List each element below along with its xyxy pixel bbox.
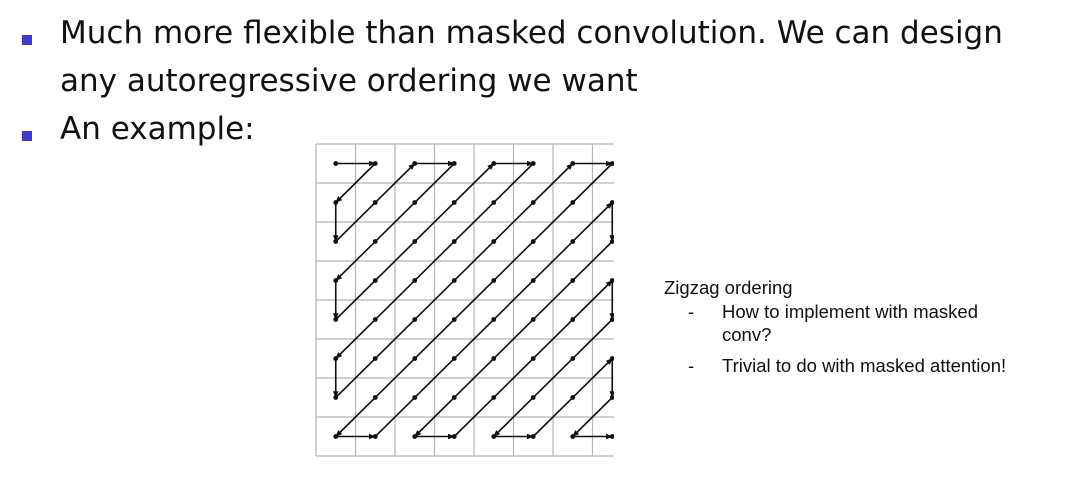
pixel-dot xyxy=(372,278,378,283)
pixel-dot xyxy=(372,161,378,166)
pixel-dot xyxy=(570,395,576,400)
pixel-dot xyxy=(451,434,457,439)
pixel-dot xyxy=(333,278,339,283)
bullet-text-line: An example: xyxy=(60,111,255,147)
pixel-dot xyxy=(333,200,339,205)
pixel-dot xyxy=(451,356,457,361)
bullet-marker xyxy=(22,35,32,45)
pixel-dot xyxy=(412,239,418,244)
pixel-dot xyxy=(570,278,576,283)
pixel-dot xyxy=(412,434,418,439)
pixel-dot xyxy=(451,239,457,244)
pixel-dot xyxy=(412,395,418,400)
pixel-dot xyxy=(491,317,497,322)
bullet-text-line: any autoregressive ordering we want xyxy=(60,63,638,99)
pixel-dot xyxy=(570,239,576,244)
zigzag-ordering-figure xyxy=(315,143,614,457)
pixel-dot xyxy=(491,356,497,361)
pixel-dot xyxy=(530,434,536,439)
pixel-dot xyxy=(530,278,536,283)
pixel-dot xyxy=(609,434,614,439)
pixel-dot xyxy=(412,161,418,166)
pixel-dot xyxy=(333,395,339,400)
pixel-dot xyxy=(491,200,497,205)
pixel-dot xyxy=(412,278,418,283)
pixel-dot xyxy=(530,161,536,166)
pixel-dot xyxy=(451,278,457,283)
bullet-text-line: Much more flexible than masked convoluti… xyxy=(60,15,1003,51)
pixel-dot xyxy=(372,395,378,400)
pixel-dot xyxy=(570,200,576,205)
caption-title: Zigzag ordering xyxy=(664,277,793,298)
pixel-dot xyxy=(333,161,339,166)
pixel-dot xyxy=(412,317,418,322)
pixel-dot xyxy=(570,161,576,166)
pixel-dot xyxy=(333,239,339,244)
pixel-dot xyxy=(451,395,457,400)
pixel-dot xyxy=(570,356,576,361)
pixel-dot xyxy=(451,317,457,322)
caption-item-line: Trivial to do with masked attention! xyxy=(722,355,1007,376)
pixel-dot xyxy=(333,434,339,439)
pixel-dot xyxy=(412,356,418,361)
pixel-dot xyxy=(570,434,576,439)
pixel-dot xyxy=(412,200,418,205)
pixel-dot xyxy=(333,317,339,322)
caption-item-line: How to implement with masked xyxy=(722,301,979,322)
pixel-dot xyxy=(530,200,536,205)
pixel-dot xyxy=(451,200,457,205)
caption-dash: - xyxy=(688,355,695,376)
pixel-dot xyxy=(491,239,497,244)
pixel-dot xyxy=(372,434,378,439)
pixel-dot xyxy=(372,356,378,361)
pixel-dot xyxy=(372,317,378,322)
pixel-dot xyxy=(491,434,497,439)
pixel-dot xyxy=(530,317,536,322)
pixel-dot xyxy=(570,317,576,322)
caption-item-line: conv? xyxy=(722,324,772,345)
pixel-dot xyxy=(530,395,536,400)
pixel-dot xyxy=(491,395,497,400)
pixel-dot xyxy=(372,239,378,244)
pixel-dot xyxy=(451,161,457,166)
caption-dash: - xyxy=(688,301,695,322)
bullet-marker xyxy=(22,131,32,141)
pixel-dot xyxy=(491,161,497,166)
pixel-dot xyxy=(333,356,339,361)
pixel-dot xyxy=(491,278,497,283)
pixel-dot xyxy=(372,200,378,205)
pixel-dot xyxy=(530,356,536,361)
pixel-dot xyxy=(530,239,536,244)
